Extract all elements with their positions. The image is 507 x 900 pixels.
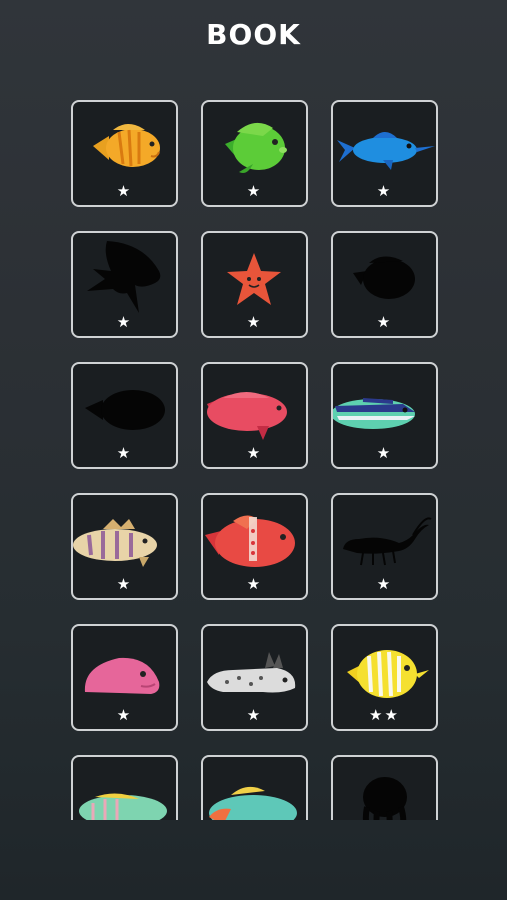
rarity-stars: ★ — [116, 313, 133, 331]
rarity-stars: ★ — [246, 313, 263, 331]
collection-card[interactable]: ★ — [71, 624, 178, 731]
collection-card[interactable] — [201, 755, 308, 820]
striped-bass-fish-icon — [73, 495, 176, 577]
blue-swordfish-icon — [333, 102, 436, 184]
rarity-stars: ★ — [246, 706, 263, 724]
collection-card[interactable]: ★ — [71, 231, 178, 338]
collection-card[interactable]: ★ — [71, 100, 178, 207]
shrimp-silhouette-icon — [333, 495, 436, 577]
collection-card[interactable]: ★ — [71, 362, 178, 469]
collection-card[interactable] — [71, 755, 178, 820]
orange-tang-fish-icon — [73, 102, 176, 184]
rarity-stars: ★ — [116, 182, 133, 200]
sea-slug-icon — [203, 626, 306, 708]
green-discus-fish-icon — [203, 102, 306, 184]
red-grouper-fish-icon — [203, 364, 306, 446]
surgeonfish-silhouette-icon — [333, 233, 436, 315]
rarity-stars: ★ — [246, 575, 263, 593]
pink-blobfish-icon — [73, 626, 176, 708]
collection-card[interactable]: ★ — [201, 362, 308, 469]
collection-card[interactable]: ★ — [71, 493, 178, 600]
page-title: BOOK — [206, 18, 301, 51]
puffer-silhouette-icon — [73, 364, 176, 446]
octopus-silhouette-icon — [333, 757, 436, 820]
collection-card[interactable]: ★★ — [331, 624, 438, 731]
red-spotted-fish-icon — [203, 495, 306, 577]
rarity-stars: ★ — [246, 182, 263, 200]
starfish-icon — [203, 233, 306, 315]
rarity-stars: ★ — [376, 444, 393, 462]
rarity-stars: ★ — [116, 575, 133, 593]
green-parrotfish-icon — [73, 757, 176, 820]
collection-card[interactable]: ★ — [201, 100, 308, 207]
rarity-stars: ★ — [246, 444, 263, 462]
collection-card[interactable]: ★ — [331, 100, 438, 207]
rarity-stars: ★ — [376, 575, 393, 593]
butterfly-fish-icon — [333, 626, 436, 708]
rarity-stars: ★★ — [369, 706, 400, 724]
striped-wrasse-fish-icon — [333, 364, 436, 446]
collection-card[interactable]: ★ — [201, 231, 308, 338]
collection-card[interactable]: ★ — [331, 493, 438, 600]
rarity-stars: ★ — [376, 182, 393, 200]
rarity-stars: ★ — [376, 313, 393, 331]
collection-card[interactable]: ★ — [201, 493, 308, 600]
rainbow-parrotfish-icon — [203, 757, 306, 820]
collection-card[interactable]: ★ — [331, 362, 438, 469]
collection-card[interactable]: ★ — [331, 231, 438, 338]
collection-card[interactable]: ★ — [201, 624, 308, 731]
collection-card[interactable] — [331, 755, 438, 820]
rarity-stars: ★ — [116, 706, 133, 724]
collection-grid: ★ ★ ★ ★ ★ ★ ★ ★ ★ ★ ★ ★ ★ ★ ★★ — [71, 100, 438, 820]
angelfish-silhouette-icon — [73, 233, 176, 315]
rarity-stars: ★ — [116, 444, 133, 462]
collection-scroll-area[interactable]: ★ ★ ★ ★ ★ ★ ★ ★ ★ ★ ★ ★ ★ ★ ★★ — [0, 98, 507, 820]
